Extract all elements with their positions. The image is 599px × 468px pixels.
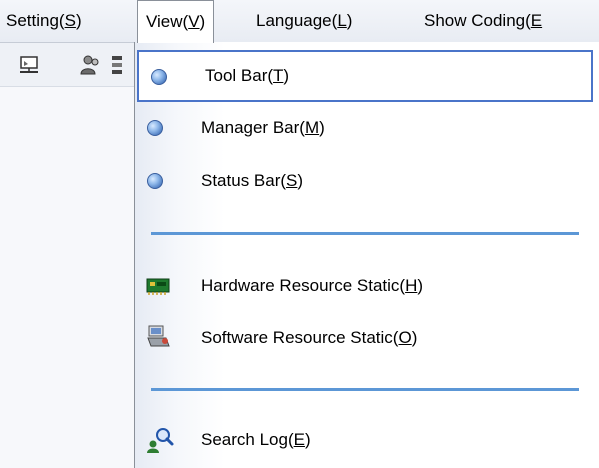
menu-item-search-log-label: Search Log(E) bbox=[201, 430, 311, 449]
software-package-icon bbox=[147, 325, 170, 347]
menu-item-hardware-label: Hardware Resource Static(H) bbox=[201, 276, 424, 295]
search-user-icon bbox=[147, 428, 174, 453]
menu-language-label: Language( bbox=[256, 11, 338, 30]
menu-separator bbox=[151, 232, 579, 235]
network-icon[interactable] bbox=[18, 53, 42, 77]
view-menu-dropdown: Tool Bar(T) Manager Bar(M) Status Bar(S)… bbox=[134, 42, 599, 468]
menu-show-coding-label: Show Coding( bbox=[424, 11, 531, 30]
menu-item-status-bar[interactable]: Status Bar(S) bbox=[135, 155, 595, 207]
menu-setting[interactable]: Setting(S) bbox=[6, 0, 82, 42]
menu-setting-end: ) bbox=[75, 11, 82, 30]
settings-icon[interactable] bbox=[110, 53, 126, 77]
menu-language-end: ) bbox=[346, 11, 353, 30]
menu-item-manager-bar-label: Manager Bar(M) bbox=[201, 118, 325, 137]
menu-setting-label: Setting( bbox=[6, 11, 65, 30]
radio-checked-icon bbox=[151, 69, 167, 85]
menu-show-coding-mnemonic: E bbox=[530, 11, 543, 30]
left-pane bbox=[0, 87, 134, 468]
menu-item-tool-bar-label: Tool Bar(T) bbox=[205, 66, 290, 85]
menu-item-tool-bar[interactable]: Tool Bar(T) bbox=[137, 50, 593, 102]
menu-item-software-resource-static[interactable]: Software Resource Static(O) bbox=[135, 312, 595, 364]
menu-item-manager-bar[interactable]: Manager Bar(M) bbox=[135, 102, 595, 154]
hardware-card-icon bbox=[146, 278, 170, 295]
menu-setting-mnemonic: S bbox=[64, 11, 76, 30]
menu-show-coding[interactable]: Show Coding(E bbox=[424, 0, 542, 42]
users-icon[interactable] bbox=[78, 53, 102, 77]
menu-bar: Setting(S) View(V) Language(L) Show Codi… bbox=[0, 0, 599, 43]
menu-item-software-label: Software Resource Static(O) bbox=[201, 328, 418, 347]
radio-checked-icon bbox=[147, 173, 163, 189]
menu-item-status-bar-label: Status Bar(S) bbox=[201, 171, 304, 190]
menu-view-mnemonic: V bbox=[188, 12, 200, 31]
menu-view-end: ) bbox=[199, 12, 206, 31]
radio-checked-icon bbox=[147, 120, 163, 136]
menu-view-label: View( bbox=[146, 12, 189, 31]
menu-language-mnemonic: L bbox=[337, 11, 347, 30]
toolbar bbox=[0, 43, 140, 87]
menu-view[interactable]: View(V) bbox=[137, 0, 215, 43]
menu-separator bbox=[151, 388, 579, 391]
menu-language[interactable]: Language(L) bbox=[256, 0, 352, 42]
menu-item-search-log[interactable]: Search Log(E) bbox=[135, 414, 595, 466]
menu-item-hardware-resource-static[interactable]: Hardware Resource Static(H) bbox=[135, 260, 595, 312]
